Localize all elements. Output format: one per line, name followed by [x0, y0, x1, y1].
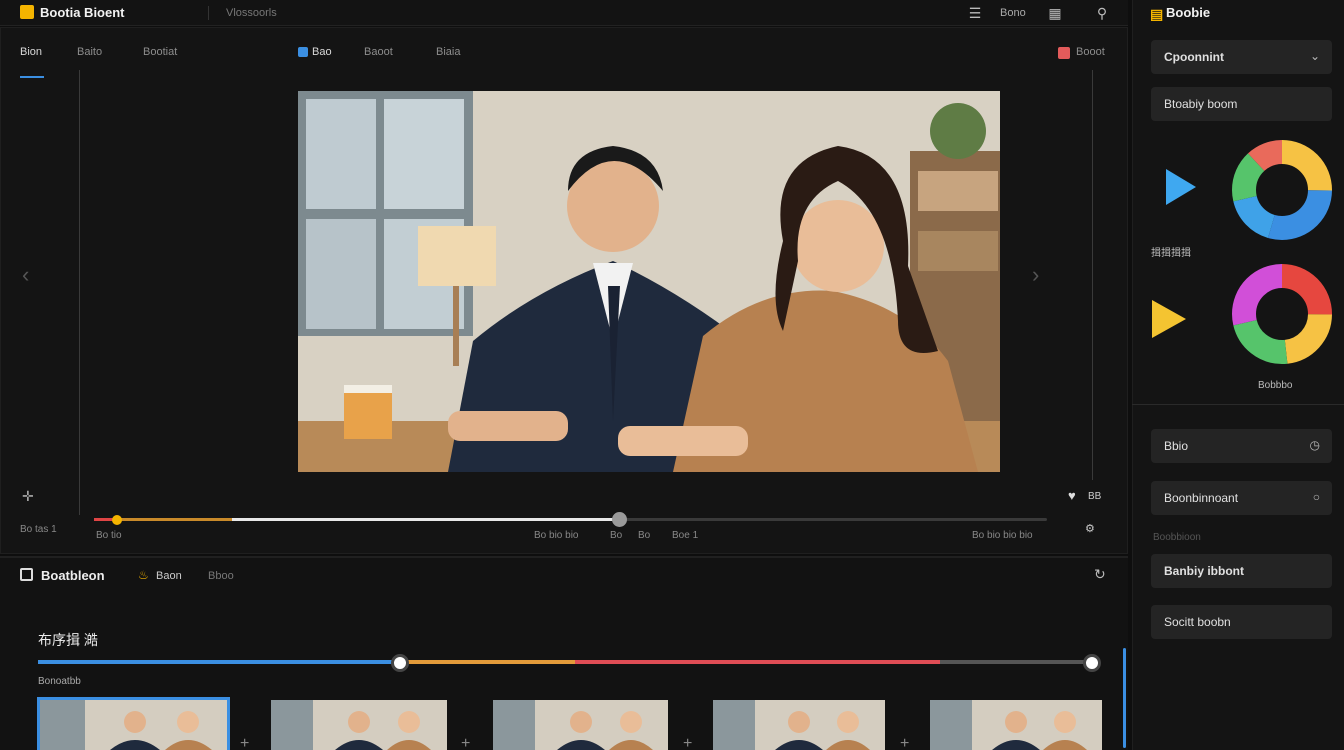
menu-icon[interactable]: ☰: [966, 4, 984, 22]
preview-image: [298, 91, 1000, 472]
plus-icon[interactable]: ✛: [22, 488, 34, 505]
chart-2-label: Bobbbo: [1258, 380, 1293, 391]
clock-icon: ◷: [1309, 438, 1320, 452]
clip-thumbnail-image: [493, 700, 668, 750]
add-clip-icon[interactable]: +: [240, 735, 249, 750]
left-divider: [79, 70, 80, 515]
section-title: 布序揖 澔: [38, 632, 98, 648]
field-3-label: Boonbinnoant: [1164, 491, 1239, 505]
clip-thumbnail-image: [713, 700, 885, 750]
tab-2[interactable]: Baito: [77, 46, 102, 58]
tab-color-dot: [298, 47, 308, 57]
add-clip-icon[interactable]: +: [683, 735, 692, 750]
clip-thumbnail[interactable]: [930, 700, 1102, 750]
sidebar-field-3[interactable]: Boonbinnoant ○: [1151, 481, 1332, 515]
add-clip-icon[interactable]: +: [900, 735, 909, 750]
time-center-a: Bo bio bio: [534, 530, 579, 541]
preview-illustration: [298, 91, 1000, 472]
settings-small-icon[interactable]: ⚙: [1085, 522, 1095, 535]
progress-fill-orange: [118, 518, 232, 521]
segment-knob-right[interactable]: [1083, 654, 1101, 672]
progress-fill-played: [232, 518, 620, 521]
top-bar: [0, 0, 1128, 26]
sidebar-field-5[interactable]: Banbiy ibbont: [1151, 554, 1332, 588]
radio-icon: ○: [1312, 490, 1320, 504]
sidebar-field-1[interactable]: Btoabiy boom: [1151, 87, 1332, 121]
clip-thumbnail[interactable]: [271, 700, 447, 750]
time-center-c: Bo: [638, 530, 651, 541]
tab-1[interactable]: Bion: [20, 46, 42, 58]
timeline-extra[interactable]: Bboo: [208, 570, 234, 582]
field-6-label: Socitt boobn: [1164, 615, 1231, 629]
time-center-b: Bo: [610, 530, 623, 541]
play-icon-yellow[interactable]: [1150, 298, 1188, 343]
play-icon[interactable]: [1164, 167, 1198, 210]
clip-thumbnail[interactable]: [493, 700, 668, 750]
clip-label: Bonoatbb: [38, 676, 81, 687]
sidebar-field-6[interactable]: Socitt boobn: [1151, 605, 1332, 639]
refresh-icon[interactable]: ↻: [1094, 566, 1106, 583]
grid-icon[interactable]: ▦: [1046, 4, 1064, 22]
segment-red[interactable]: [575, 660, 940, 664]
chevron-right-icon[interactable]: ›: [1032, 262, 1039, 288]
clip-thumbnail[interactable]: [37, 697, 230, 750]
field-4-faint: Boobbioon: [1153, 532, 1201, 543]
segment-knob-left[interactable]: [391, 654, 409, 672]
timeline-tag[interactable]: Baon: [156, 570, 182, 582]
timeline-scrollbar[interactable]: [1123, 648, 1126, 748]
timeline-title: Boatbleon: [41, 568, 105, 583]
playhead-knob[interactable]: [612, 512, 627, 527]
heart-icon[interactable]: ♥: [1068, 488, 1076, 503]
time-left: Bo tio: [96, 530, 122, 541]
progress-marker[interactable]: [112, 515, 122, 525]
record-icon: [1058, 47, 1070, 59]
segment-orange[interactable]: [400, 660, 575, 664]
pin-icon[interactable]: ⚲: [1093, 4, 1111, 22]
bottom-left-label: Bo tas 1: [20, 524, 57, 535]
timeline-icon: [20, 568, 33, 581]
sidebar-title: Boobie: [1166, 5, 1211, 20]
color-wheel-1[interactable]: [1230, 138, 1334, 245]
top-subtitle: Vlossoorls: [226, 7, 277, 19]
field-2-label: Bbio: [1164, 439, 1189, 453]
time-center-d: Boe 1: [672, 530, 699, 541]
time-right: Bo bio bio bio: [972, 530, 1033, 541]
center-tab-1[interactable]: Bao: [312, 46, 332, 58]
clip-thumbnail-image: [930, 700, 1102, 750]
center-tab-3[interactable]: Biaia: [436, 46, 460, 58]
app-logo: [20, 5, 34, 19]
clip-thumbnail[interactable]: [713, 700, 885, 750]
color-wheel-2[interactable]: [1230, 262, 1334, 369]
sidebar-logo-icon: ▤: [1150, 6, 1164, 22]
chevron-down-icon: ⌄: [1309, 49, 1320, 63]
segment-blue[interactable]: [38, 660, 400, 664]
sidebar-dropdown[interactable]: Cpoonnint ⌄: [1151, 40, 1332, 74]
top-label-1[interactable]: Bono: [1000, 7, 1026, 19]
volume-label: BB: [1088, 491, 1102, 502]
clip-thumbnail-image: [40, 700, 227, 750]
field-1-label: Btoabiy boom: [1164, 97, 1238, 111]
chevron-left-icon[interactable]: ‹: [22, 262, 29, 288]
clip-thumbnail-image: [271, 700, 447, 750]
field-5-label: Banbiy ibbont: [1164, 564, 1244, 578]
segment-gray[interactable]: [940, 660, 1092, 664]
chart-1-label: 揖揖揖揖: [1151, 248, 1191, 259]
sidebar-field-2[interactable]: Bbio ◷: [1151, 429, 1332, 463]
center-tab-2[interactable]: Baoot: [364, 46, 393, 58]
add-clip-icon[interactable]: +: [461, 735, 470, 750]
right-divider: [1092, 70, 1093, 480]
tab-underline: [20, 76, 44, 78]
tab-3[interactable]: Bootiat: [143, 46, 177, 58]
right-tab[interactable]: Booot: [1076, 46, 1105, 58]
fire-icon: ♨: [138, 568, 149, 582]
app-title: Bootia Bioent: [40, 5, 125, 20]
dropdown-label: Cpoonnint: [1164, 50, 1224, 64]
top-divider: [208, 6, 209, 20]
sidebar-divider: [1132, 404, 1344, 405]
